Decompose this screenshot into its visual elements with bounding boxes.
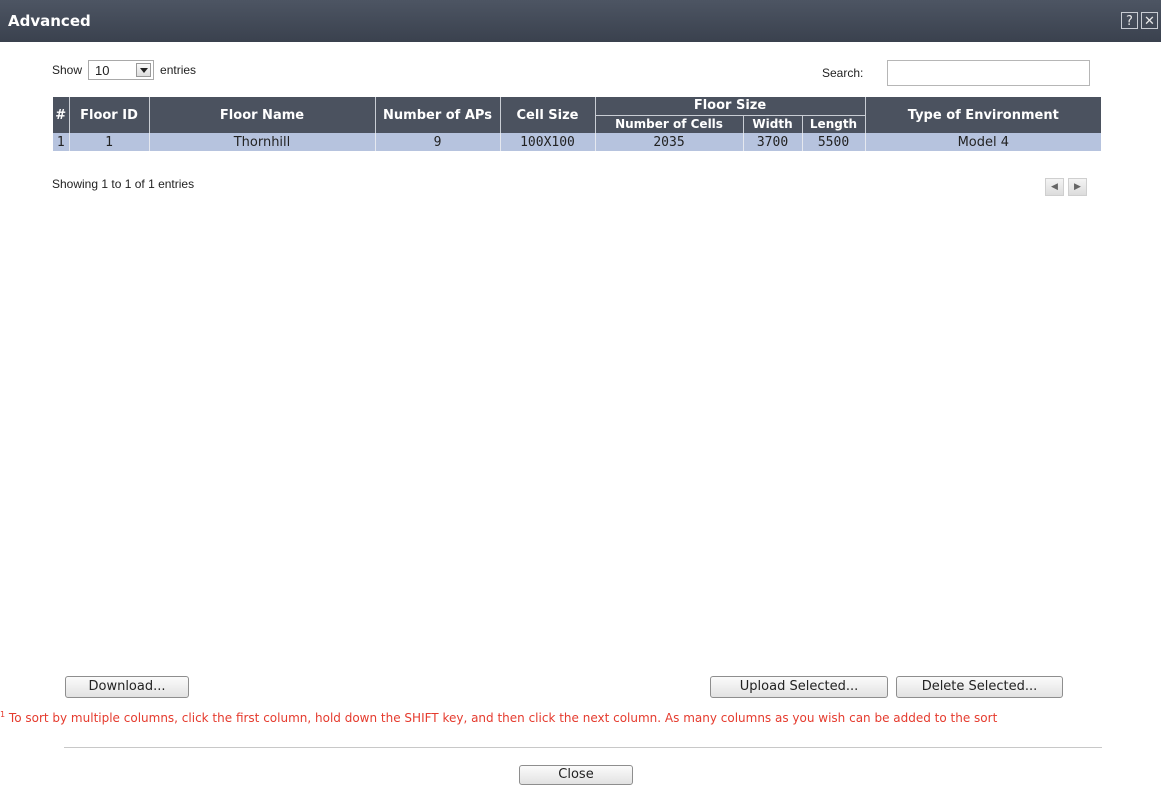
sort-marker-header[interactable]: #	[53, 97, 70, 133]
length-menu-suffix: entries	[160, 63, 197, 77]
chevron-down-icon[interactable]	[136, 63, 152, 77]
column-header-environment[interactable]: Type of Environment	[865, 97, 1102, 133]
divider	[64, 747, 1102, 748]
column-header-floor-id[interactable]: Floor ID	[69, 97, 150, 133]
dialog-title: Advanced	[8, 12, 91, 30]
footnote-text: To sort by multiple columns, click the f…	[5, 711, 998, 725]
column-header-number-of-aps[interactable]: Number of APs	[375, 97, 501, 133]
floors-table: # Floor ID Floor Name Number of APs Cell…	[53, 97, 1102, 151]
cell-floor-name: Thornhill	[149, 133, 376, 151]
table-info: Showing 1 to 1 of 1 entries	[52, 177, 195, 191]
cell-cell-size: 100X100	[500, 133, 596, 151]
column-header-number-of-cells[interactable]: Number of Cells	[595, 114, 744, 133]
close-dialog-button[interactable]: ✕	[1141, 12, 1158, 29]
cell-number-of-cells: 2035	[595, 133, 744, 151]
cell-length: 5500	[802, 133, 866, 151]
column-group-floor-size: Floor Size	[595, 97, 866, 115]
cell-number-of-aps: 9	[375, 133, 501, 151]
column-header-width[interactable]: Width	[743, 114, 803, 133]
length-menu: Show 10 entries	[52, 60, 196, 80]
column-header-floor-name[interactable]: Floor Name	[149, 97, 376, 133]
dialog-titlebar: Advanced ? ✕	[0, 0, 1161, 42]
upload-selected-button[interactable]: Upload Selected...	[710, 676, 888, 698]
help-button[interactable]: ?	[1121, 12, 1138, 29]
entries-per-page-value: 10	[95, 62, 110, 78]
arrow-left-icon[interactable]: ◀	[1045, 178, 1064, 196]
entries-per-page-select[interactable]: 10	[88, 60, 155, 80]
row-index: 1	[53, 133, 70, 151]
cell-environment: Model 4	[865, 133, 1102, 151]
cell-floor-id: 1	[69, 133, 150, 151]
delete-selected-button[interactable]: Delete Selected...	[896, 676, 1063, 698]
close-button[interactable]: Close	[519, 765, 633, 785]
search-input[interactable]	[887, 60, 1090, 86]
search-label: Search:	[822, 66, 864, 80]
column-header-length[interactable]: Length	[802, 114, 866, 133]
sort-footnote: 1 To sort by multiple columns, click the…	[0, 710, 1161, 725]
column-header-cell-size[interactable]: Cell Size	[500, 97, 596, 133]
table-row[interactable]: 1 1 Thornhill 9 100X100 2035 3700 5500 M…	[53, 133, 1102, 151]
arrow-right-icon[interactable]: ▶	[1068, 178, 1087, 196]
length-menu-prefix: Show	[52, 63, 83, 77]
cell-width: 3700	[743, 133, 803, 151]
download-button[interactable]: Download...	[65, 676, 189, 698]
